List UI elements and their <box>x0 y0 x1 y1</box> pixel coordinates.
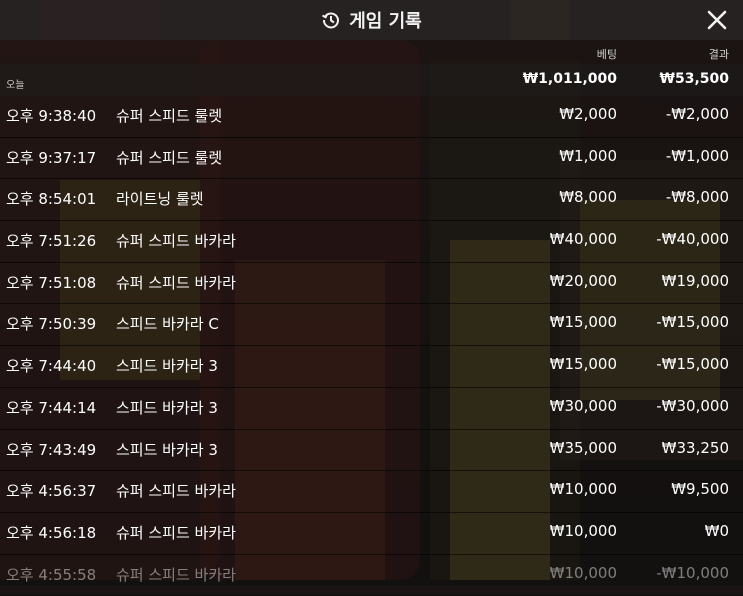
row-time: 오후 7:51:26 <box>6 232 97 251</box>
row-result: -₩10,000 <box>656 563 729 582</box>
column-headers: 베팅 결과 <box>0 40 743 64</box>
row-bet: ₩2,000 <box>559 105 617 123</box>
history-row[interactable]: 오후 7:51:08 슈퍼 스피드 바카라 ₩20,000 ₩19,000 <box>0 263 743 305</box>
bet-total: ₩1,011,000 <box>522 71 617 87</box>
row-time: 오후 7:44:14 <box>6 398 97 417</box>
row-time: 오후 7:44:40 <box>6 357 97 376</box>
row-game: 라이트닝 룰렛 <box>116 190 204 209</box>
row-bet: ₩15,000 <box>549 313 617 332</box>
history-list: 오후 9:38:40 슈퍼 스피드 룰렛 ₩2,000 -₩2,000 오후 9… <box>0 96 743 596</box>
row-bet: ₩35,000 <box>549 438 617 457</box>
history-row[interactable]: 오후 4:55:58 슈퍼 스피드 바카라 ₩10,000 -₩10,000 <box>0 555 743 596</box>
row-time: 오후 4:56:18 <box>6 523 97 542</box>
history-row[interactable]: 오후 8:54:01 라이트닝 룰렛 ₩8,000 -₩8,000 <box>0 179 743 222</box>
row-bet: ₩40,000 <box>549 230 617 249</box>
row-result: ₩33,250 <box>661 438 729 457</box>
history-row[interactable]: 오후 7:44:40 스피드 바카라 3 ₩15,000 -₩15,000 <box>0 346 743 388</box>
history-icon <box>321 10 341 30</box>
row-time: 오후 8:54:01 <box>6 190 97 209</box>
row-time: 오후 7:51:08 <box>6 273 97 292</box>
history-row[interactable]: 오후 4:56:18 슈퍼 스피드 바카라 ₩10,000 ₩0 <box>0 513 743 555</box>
row-game: 슈퍼 스피드 바카라 <box>116 482 236 501</box>
row-game: 슈퍼 스피드 바카라 <box>116 273 236 292</box>
row-game: 슈퍼 스피드 룰렛 <box>116 107 223 125</box>
row-result: -₩15,000 <box>656 355 729 374</box>
row-bet: ₩10,000 <box>549 480 617 499</box>
today-summary: 오늘 ₩1,011,000 ₩53,500 <box>0 64 743 96</box>
row-result: -₩8,000 <box>665 188 729 207</box>
row-game: 슈퍼 스피드 룰렛 <box>116 148 223 167</box>
row-bet: ₩20,000 <box>549 271 617 290</box>
history-row[interactable]: 오후 9:37:17 슈퍼 스피드 룰렛 ₩1,000 -₩1,000 <box>0 138 743 180</box>
page-title: 게임 기록 <box>349 11 422 32</box>
history-row[interactable]: 오후 7:51:26 슈퍼 스피드 바카라 ₩40,000 -₩40,000 <box>0 221 743 263</box>
result-total: ₩53,500 <box>659 71 729 87</box>
row-bet: ₩15,000 <box>549 355 617 374</box>
row-result: -₩2,000 <box>665 105 729 123</box>
row-result: ₩19,000 <box>661 271 729 290</box>
row-game: 스피드 바카라 3 <box>116 357 218 376</box>
row-time: 오후 4:55:58 <box>6 565 97 584</box>
row-bet: ₩10,000 <box>549 521 617 540</box>
row-game: 슈퍼 스피드 바카라 <box>116 565 236 584</box>
history-row[interactable]: 오후 7:43:49 스피드 바카라 3 ₩35,000 ₩33,250 <box>0 430 743 472</box>
close-icon <box>707 10 727 30</box>
row-result: ₩0 <box>704 521 729 540</box>
bet-column-header: 베팅 <box>596 48 617 61</box>
row-game: 스피드 바카라 C <box>116 315 219 334</box>
row-game: 슈퍼 스피드 바카라 <box>116 523 236 542</box>
row-time: 오후 9:38:40 <box>6 107 97 125</box>
header-bar: 게임 기록 <box>0 0 743 40</box>
row-result: -₩30,000 <box>656 396 729 415</box>
row-bet: ₩30,000 <box>549 396 617 415</box>
row-game: 슈퍼 스피드 바카라 <box>116 232 236 251</box>
row-game: 스피드 바카라 3 <box>116 440 218 459</box>
result-column-header: 결과 <box>708 48 729 61</box>
row-bet: ₩10,000 <box>549 563 617 582</box>
row-bet: ₩1,000 <box>559 146 617 165</box>
row-time: 오후 4:56:37 <box>6 482 97 501</box>
history-row[interactable]: 오후 4:56:37 슈퍼 스피드 바카라 ₩10,000 ₩9,500 <box>0 471 743 513</box>
row-game: 스피드 바카라 3 <box>116 398 218 417</box>
row-time: 오후 7:43:49 <box>6 440 97 459</box>
history-row[interactable]: 오후 7:50:39 스피드 바카라 C ₩15,000 -₩15,000 <box>0 304 743 347</box>
row-result: ₩9,500 <box>671 480 729 499</box>
close-button[interactable] <box>705 8 729 32</box>
row-result: -₩40,000 <box>656 230 729 249</box>
history-row[interactable]: 오후 9:38:40 슈퍼 스피드 룰렛 ₩2,000 -₩2,000 <box>0 96 743 138</box>
row-time: 오후 7:50:39 <box>6 315 97 334</box>
row-result: -₩1,000 <box>665 146 729 165</box>
history-row[interactable]: 오후 7:44:14 스피드 바카라 3 ₩30,000 -₩30,000 <box>0 388 743 430</box>
row-time: 오후 9:37:17 <box>6 148 97 167</box>
title-group: 게임 기록 <box>321 7 422 33</box>
row-bet: ₩8,000 <box>559 188 617 207</box>
row-result: -₩15,000 <box>656 313 729 332</box>
today-label: 오늘 <box>6 80 25 91</box>
